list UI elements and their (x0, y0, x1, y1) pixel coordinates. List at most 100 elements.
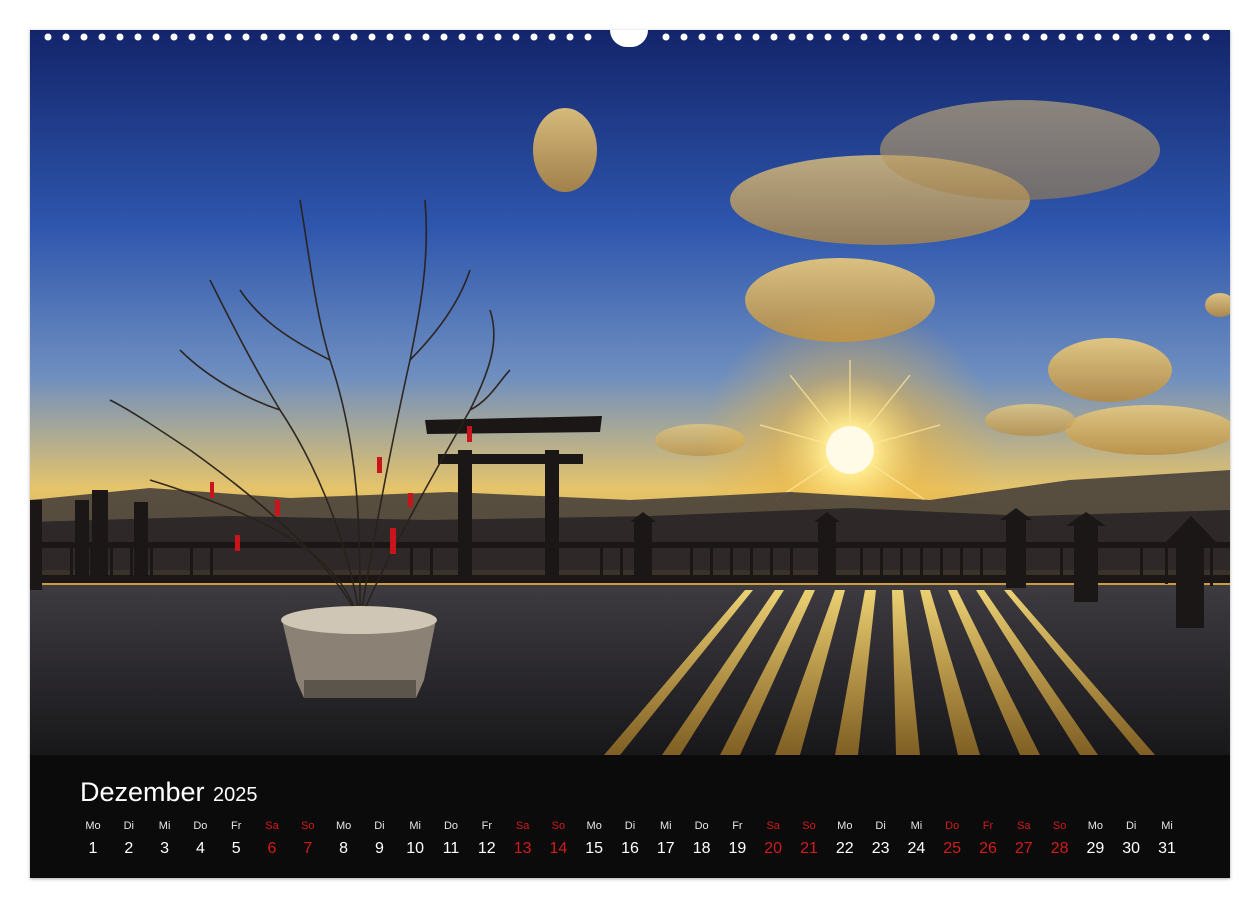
day-cell: Mi 31 (1149, 819, 1185, 869)
day-cell: Sa 6 (254, 819, 290, 869)
day-number: 17 (656, 840, 675, 857)
day-cell: Mo 15 (576, 819, 612, 869)
day-number: 12 (477, 840, 496, 857)
day-number: 28 (1050, 840, 1069, 857)
day-grid: Mo 1 Di 2 Mi 3 Do 4 Fr 5 Sa 6 So 7 Mo 8 Di 9 Mi 10 Do 11 Fr 12 S… (75, 819, 1185, 869)
day-number: 22 (835, 840, 854, 857)
day-number: 23 (871, 840, 890, 857)
weekday-label: Di (1125, 820, 1137, 832)
day-number: 24 (907, 840, 926, 857)
weekday-label: Fr (230, 820, 242, 832)
day-number: 29 (1086, 840, 1105, 857)
day-cell: Sa 13 (505, 819, 541, 869)
day-cell: Fr 26 (970, 819, 1006, 869)
weekday-label: Do (443, 820, 459, 832)
day-number: 10 (406, 840, 425, 857)
day-number: 9 (374, 840, 384, 857)
weekday-label: Do (694, 820, 709, 832)
day-cell: Mi 3 (147, 819, 183, 869)
day-cell: Mo 22 (827, 819, 863, 869)
day-cell: Do 25 (934, 819, 970, 869)
weekday-label: Mo (837, 820, 853, 832)
day-cell: Sa 27 (1006, 819, 1042, 869)
day-cell: Di 30 (1113, 819, 1149, 869)
day-cell: Mo 8 (326, 819, 362, 869)
weekday-label: Di (374, 820, 385, 832)
weekday-label: Fr (732, 820, 743, 832)
month-heading: Dezember 2025 (80, 777, 258, 808)
weekday-label: So (802, 820, 816, 832)
month-name: Dezember (80, 777, 205, 807)
day-number: 15 (585, 840, 604, 857)
day-number: 11 (442, 840, 460, 857)
day-number: 8 (339, 840, 349, 857)
day-number: 30 (1122, 840, 1141, 857)
weekday-label: Mi (910, 820, 923, 832)
weekday-label: Di (875, 820, 886, 832)
calendar-page: Dezember 2025 Mo 1 Di 2 Mi 3 Do 4 Fr 5 Sa 6 So 7 Mo 8 Di… (30, 30, 1230, 878)
day-cell: So 7 (290, 819, 326, 869)
day-number: 18 (692, 840, 711, 857)
weekday-label: Sa (515, 820, 530, 832)
day-cell: Di 9 (361, 819, 397, 869)
weekday-label: Sa (766, 820, 780, 832)
day-number: 6 (267, 840, 277, 857)
day-number: 7 (303, 840, 313, 857)
day-number: 21 (800, 840, 818, 857)
day-cell: Mi 10 (397, 819, 433, 869)
day-number: 25 (943, 840, 962, 857)
calendar-band: Dezember 2025 Mo 1 Di 2 Mi 3 Do 4 Fr 5 Sa 6 So 7 Mo 8 Di… (30, 755, 1230, 878)
month-year: 2025 (213, 784, 258, 806)
day-number: 19 (728, 840, 747, 857)
day-cell: So 21 (791, 819, 827, 869)
landscape-photo (30, 30, 1230, 755)
day-number: 13 (513, 840, 532, 857)
day-number: 4 (195, 840, 205, 857)
day-cell: Fr 12 (469, 819, 505, 869)
weekday-label: Fr (982, 820, 994, 832)
weekday-label: Mi (1161, 820, 1173, 832)
weekday-label: Mo (335, 820, 352, 832)
weekday-label: Di (624, 820, 636, 832)
weekday-label: Do (193, 820, 208, 832)
weekday-label: Mo (85, 820, 101, 832)
weekday-label: Mo (1087, 820, 1104, 832)
weekday-label: So (1052, 820, 1067, 832)
weekday-label: Do (945, 820, 960, 832)
weekday-label: So (551, 820, 566, 832)
weekday-label: Mo (586, 820, 602, 832)
weekday-label: Mi (158, 820, 171, 832)
day-cell: Mi 24 (898, 819, 934, 869)
day-number: 14 (549, 840, 568, 857)
day-cell: Di 23 (863, 819, 899, 869)
day-number: 27 (1014, 840, 1033, 857)
weekday-label: So (301, 820, 315, 832)
day-cell: Fr 19 (719, 819, 755, 869)
day-number: 3 (160, 840, 170, 857)
day-number: 31 (1158, 840, 1176, 857)
day-cell: So 14 (540, 819, 576, 869)
day-number: 26 (979, 840, 997, 857)
day-cell: Di 16 (612, 819, 648, 869)
day-cell: So 28 (1042, 819, 1078, 869)
weekday-label: Di (123, 820, 134, 832)
day-cell: Do 11 (433, 819, 469, 869)
weekday-label: Mi (409, 820, 421, 832)
day-cell: Mi 17 (648, 819, 684, 869)
day-cell: Do 18 (684, 819, 720, 869)
day-cell: Do 4 (182, 819, 218, 869)
day-number: 5 (231, 840, 241, 857)
weekday-label: Mi (659, 820, 672, 832)
day-number: 2 (124, 840, 134, 857)
day-cell: Sa 20 (755, 819, 791, 869)
day-number: 1 (88, 840, 98, 857)
day-cell: Mo 29 (1077, 819, 1113, 869)
weekday-label: Fr (481, 820, 492, 832)
day-number: 16 (621, 840, 639, 857)
weekday-label: Sa (265, 820, 279, 832)
day-cell: Mo 1 (75, 819, 111, 869)
day-cell: Fr 5 (218, 819, 254, 869)
weekday-label: Sa (1017, 820, 1031, 832)
day-number: 20 (764, 840, 783, 857)
day-cell: Di 2 (111, 819, 147, 869)
